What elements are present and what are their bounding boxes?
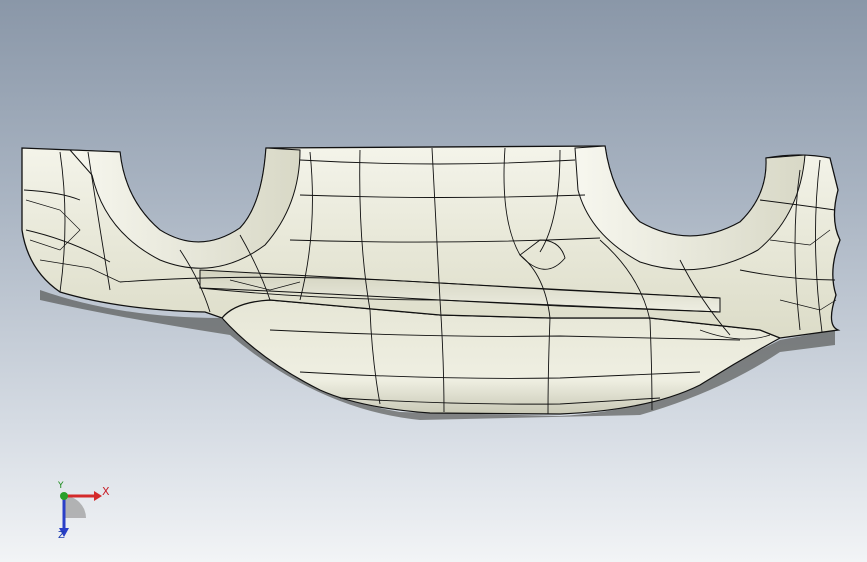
y-axis-label: Y	[58, 481, 64, 491]
x-axis-arrowhead	[94, 491, 102, 501]
triad-plane-shade	[64, 496, 86, 518]
z-axis-label: Z	[58, 530, 65, 541]
graphics-viewport[interactable]: X Y Z	[0, 0, 867, 562]
x-axis-label: X	[102, 485, 110, 498]
3d-model-part[interactable]	[0, 0, 867, 562]
orientation-triad: X Y Z	[44, 481, 114, 546]
y-axis-dot	[60, 492, 68, 500]
